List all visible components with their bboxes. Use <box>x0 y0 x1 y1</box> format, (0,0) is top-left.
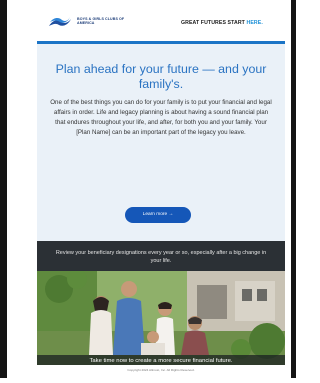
tagline-main: GREAT FUTURES START <box>181 20 247 26</box>
window-right-edge <box>291 0 296 383</box>
photo-caption: Take time now to create a more secure fi… <box>89 358 233 364</box>
copyright-text: Copyright 2024 Allmost, Inc. All Rights … <box>127 368 195 372</box>
hero-headline: Plan ahead for your future — and your fa… <box>55 62 267 91</box>
hero-body-text: One of the best things you can do for yo… <box>50 99 272 136</box>
learn-more-button[interactable]: Learn more → <box>125 207 191 223</box>
family-photo-illustration <box>37 271 285 365</box>
logo-label: BOYS & GIRLS CLUBS OF AMERICA <box>77 17 125 26</box>
bgca-hands-logo-icon <box>49 17 71 26</box>
email-preview: BOYS & GIRLS CLUBS OF AMERICA GREAT FUTU… <box>37 7 285 377</box>
header-tagline: GREAT FUTURES START HERE. <box>181 20 263 26</box>
beneficiary-reminder-band: Review your beneficiary designations eve… <box>37 241 285 271</box>
family-photo: Take time now to create a more secure fi… <box>37 271 285 365</box>
email-footer: Copyright 2024 Allmost, Inc. All Rights … <box>37 365 285 377</box>
window-bottom-edge <box>0 378 296 383</box>
window-left-edge <box>0 0 7 383</box>
beneficiary-reminder-text: Review your beneficiary designations eve… <box>55 250 267 264</box>
email-header: BOYS & GIRLS CLUBS OF AMERICA GREAT FUTU… <box>37 7 285 41</box>
tagline-accent: HERE. <box>246 20 263 26</box>
hero-section: Plan ahead for your future — and your fa… <box>37 44 285 241</box>
